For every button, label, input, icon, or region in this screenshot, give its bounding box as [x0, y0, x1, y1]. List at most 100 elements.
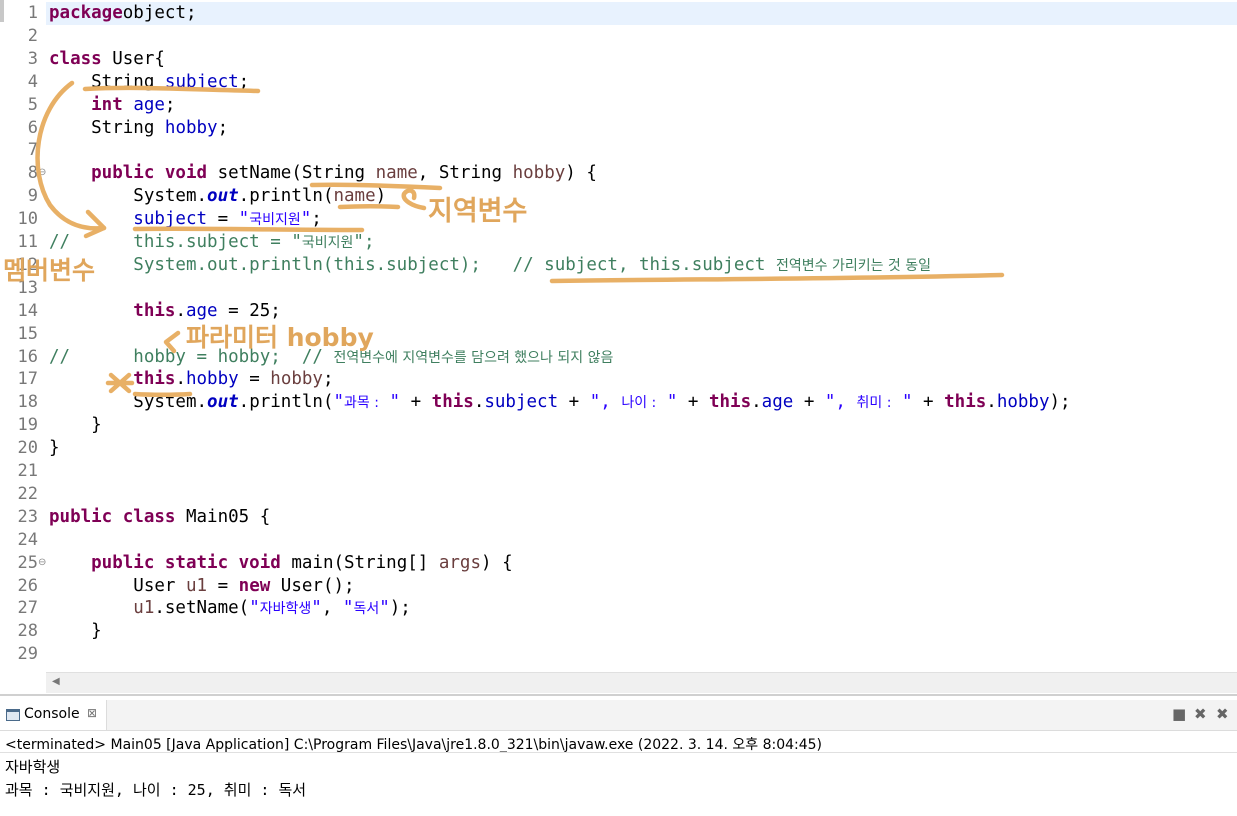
- line-number: 19: [17, 415, 38, 436]
- code-line[interactable]: 11 // this.subject = "국비지원";: [0, 231, 1237, 254]
- code-token: hobby: [512, 163, 566, 184]
- code-line[interactable]: 18 System.out.println("과목 : " + this.sub…: [0, 391, 1237, 414]
- code-line[interactable]: 13: [0, 277, 1237, 300]
- code-token: this: [708, 392, 752, 413]
- code-token: Main05 {: [175, 506, 271, 527]
- line-number: 13: [17, 277, 38, 298]
- code-line[interactable]: 7: [0, 139, 1237, 162]
- remove-launch-icon[interactable]: ✖: [1194, 706, 1207, 722]
- code-line[interactable]: 22: [0, 483, 1237, 506]
- code-line[interactable]: 16 // hobby = hobby; // 전역변수에 지역변수를 담으려 했…: [0, 346, 1237, 369]
- code-token: }: [49, 621, 102, 642]
- line-number: 14: [17, 300, 38, 321]
- code-line[interactable]: 15: [0, 323, 1237, 346]
- tab-console[interactable]: Console ⊠: [0, 700, 107, 730]
- code-token: 취미 :: [856, 395, 892, 412]
- code-token: public class: [49, 506, 176, 527]
- code-token: ) {: [481, 552, 513, 573]
- code-token: , String: [417, 163, 513, 184]
- code-token: String: [49, 71, 165, 92]
- code-token: ": [656, 392, 678, 413]
- code-line[interactable]: 20}: [0, 437, 1237, 460]
- code-line[interactable]: 4 String subject;: [0, 71, 1237, 94]
- code-line[interactable]: 2: [0, 25, 1237, 48]
- code-token: +: [558, 392, 590, 413]
- fold-icon[interactable]: ⊖: [38, 557, 46, 569]
- line-number: 12: [17, 254, 38, 275]
- code-token: = 25;: [217, 300, 281, 321]
- code-token: 국비지원: [249, 212, 301, 229]
- code-line[interactable]: 23 public class Main05 {: [0, 506, 1237, 529]
- code-token: User{: [101, 48, 165, 69]
- fold-icon[interactable]: ⊖: [38, 167, 46, 179]
- scroll-left-icon[interactable]: ◀: [52, 676, 60, 687]
- code-line[interactable]: 28 }: [0, 620, 1237, 643]
- code-line[interactable]: 17 this.hobby = hobby;: [0, 368, 1237, 391]
- code-token: 과목 :: [344, 395, 379, 412]
- line-number: 17: [17, 369, 38, 390]
- code-token: this: [49, 369, 176, 390]
- code-token: .: [175, 300, 186, 321]
- line-number: 16: [17, 346, 38, 367]
- code-token: 나이 :: [621, 395, 657, 412]
- console-divider: [0, 752, 1237, 753]
- code-token: );: [389, 598, 411, 619]
- code-token: out: [207, 392, 239, 413]
- code-text: int age;: [49, 94, 175, 117]
- code-token: // hobby = hobby; //: [49, 346, 334, 367]
- code-token: int: [49, 94, 123, 115]
- close-icon[interactable]: ⊠: [87, 706, 97, 720]
- code-text: User u1 = new User();: [49, 575, 354, 598]
- code-line[interactable]: 5 int age;: [0, 94, 1237, 117]
- code-line[interactable]: 10 subject = "국비지원";: [0, 208, 1237, 231]
- code-token: ": [311, 598, 322, 619]
- code-token: main(String[]: [280, 552, 439, 573]
- line-number: 27: [17, 598, 38, 619]
- code-token: ": [379, 598, 390, 619]
- code-token: 전역변수 가리키는 것 동일: [775, 257, 932, 274]
- code-token: u1: [185, 575, 208, 596]
- code-token: hobby: [996, 392, 1050, 413]
- code-line[interactable]: 14 this.age = 25;: [0, 300, 1237, 323]
- code-token: // this.subject = ": [49, 232, 302, 252]
- code-line[interactable]: 19 }: [0, 414, 1237, 437]
- code-line[interactable]: 24: [0, 529, 1237, 552]
- code-token: ;: [311, 209, 322, 230]
- code-token: ": [249, 598, 260, 619]
- line-number: 10: [17, 209, 38, 230]
- code-token: ;: [322, 369, 334, 390]
- code-line[interactable]: 26 User u1 = new User();: [0, 575, 1237, 598]
- code-line[interactable]: 12 System.out.println(this.subject); // …: [0, 254, 1237, 277]
- horizontal-scrollbar[interactable]: ◀: [46, 672, 1237, 693]
- code-token: u1: [49, 598, 155, 619]
- code-text: }: [49, 437, 60, 460]
- code-line[interactable]: 29: [0, 643, 1237, 666]
- code-line[interactable]: 25 ⊖ public static void main(String[] arg…: [0, 552, 1237, 575]
- line-number: 20: [17, 438, 38, 459]
- code-text: packageobject;: [49, 2, 197, 25]
- code-line[interactable]: 1 packageobject;: [0, 2, 1237, 25]
- code-line[interactable]: 8 ⊖ public void setName(String name, Stri…: [0, 162, 1237, 185]
- code-text: System.out.println(name): [49, 185, 386, 208]
- code-line[interactable]: 9 System.out.println(name): [0, 185, 1237, 208]
- console-view[interactable]: Console ⊠ ■ ✖ ✖ <terminated> Main05 [Jav…: [0, 700, 1237, 816]
- code-token: 독서: [353, 601, 380, 618]
- code-token: 전역변수에 지역변수를 담으려 했으나 되지 않음: [333, 349, 614, 366]
- code-editor[interactable]: 1 packageobject; 2 3 class User{4 String sub…: [0, 0, 1237, 696]
- code-token: +: [400, 392, 432, 413]
- stop-icon[interactable]: ■: [1172, 706, 1186, 722]
- code-text: }: [49, 620, 102, 643]
- code-text: // this.subject = "국비지원";: [49, 231, 374, 255]
- line-number: 9: [27, 186, 38, 207]
- code-text: this.age = 25;: [49, 300, 281, 323]
- code-line[interactable]: 6 String hobby;: [0, 117, 1237, 140]
- code-token: setName(String: [207, 163, 376, 184]
- code-token: ";: [353, 232, 375, 252]
- code-line[interactable]: 27 u1.setName("자바학생", "독서");: [0, 597, 1237, 620]
- code-line[interactable]: 3 class User{: [0, 48, 1237, 71]
- code-text: u1.setName("자바학생", "독서");: [49, 597, 411, 621]
- code-token: this: [944, 392, 987, 413]
- code-line[interactable]: 21: [0, 460, 1237, 483]
- remove-all-icon[interactable]: ✖: [1216, 706, 1229, 722]
